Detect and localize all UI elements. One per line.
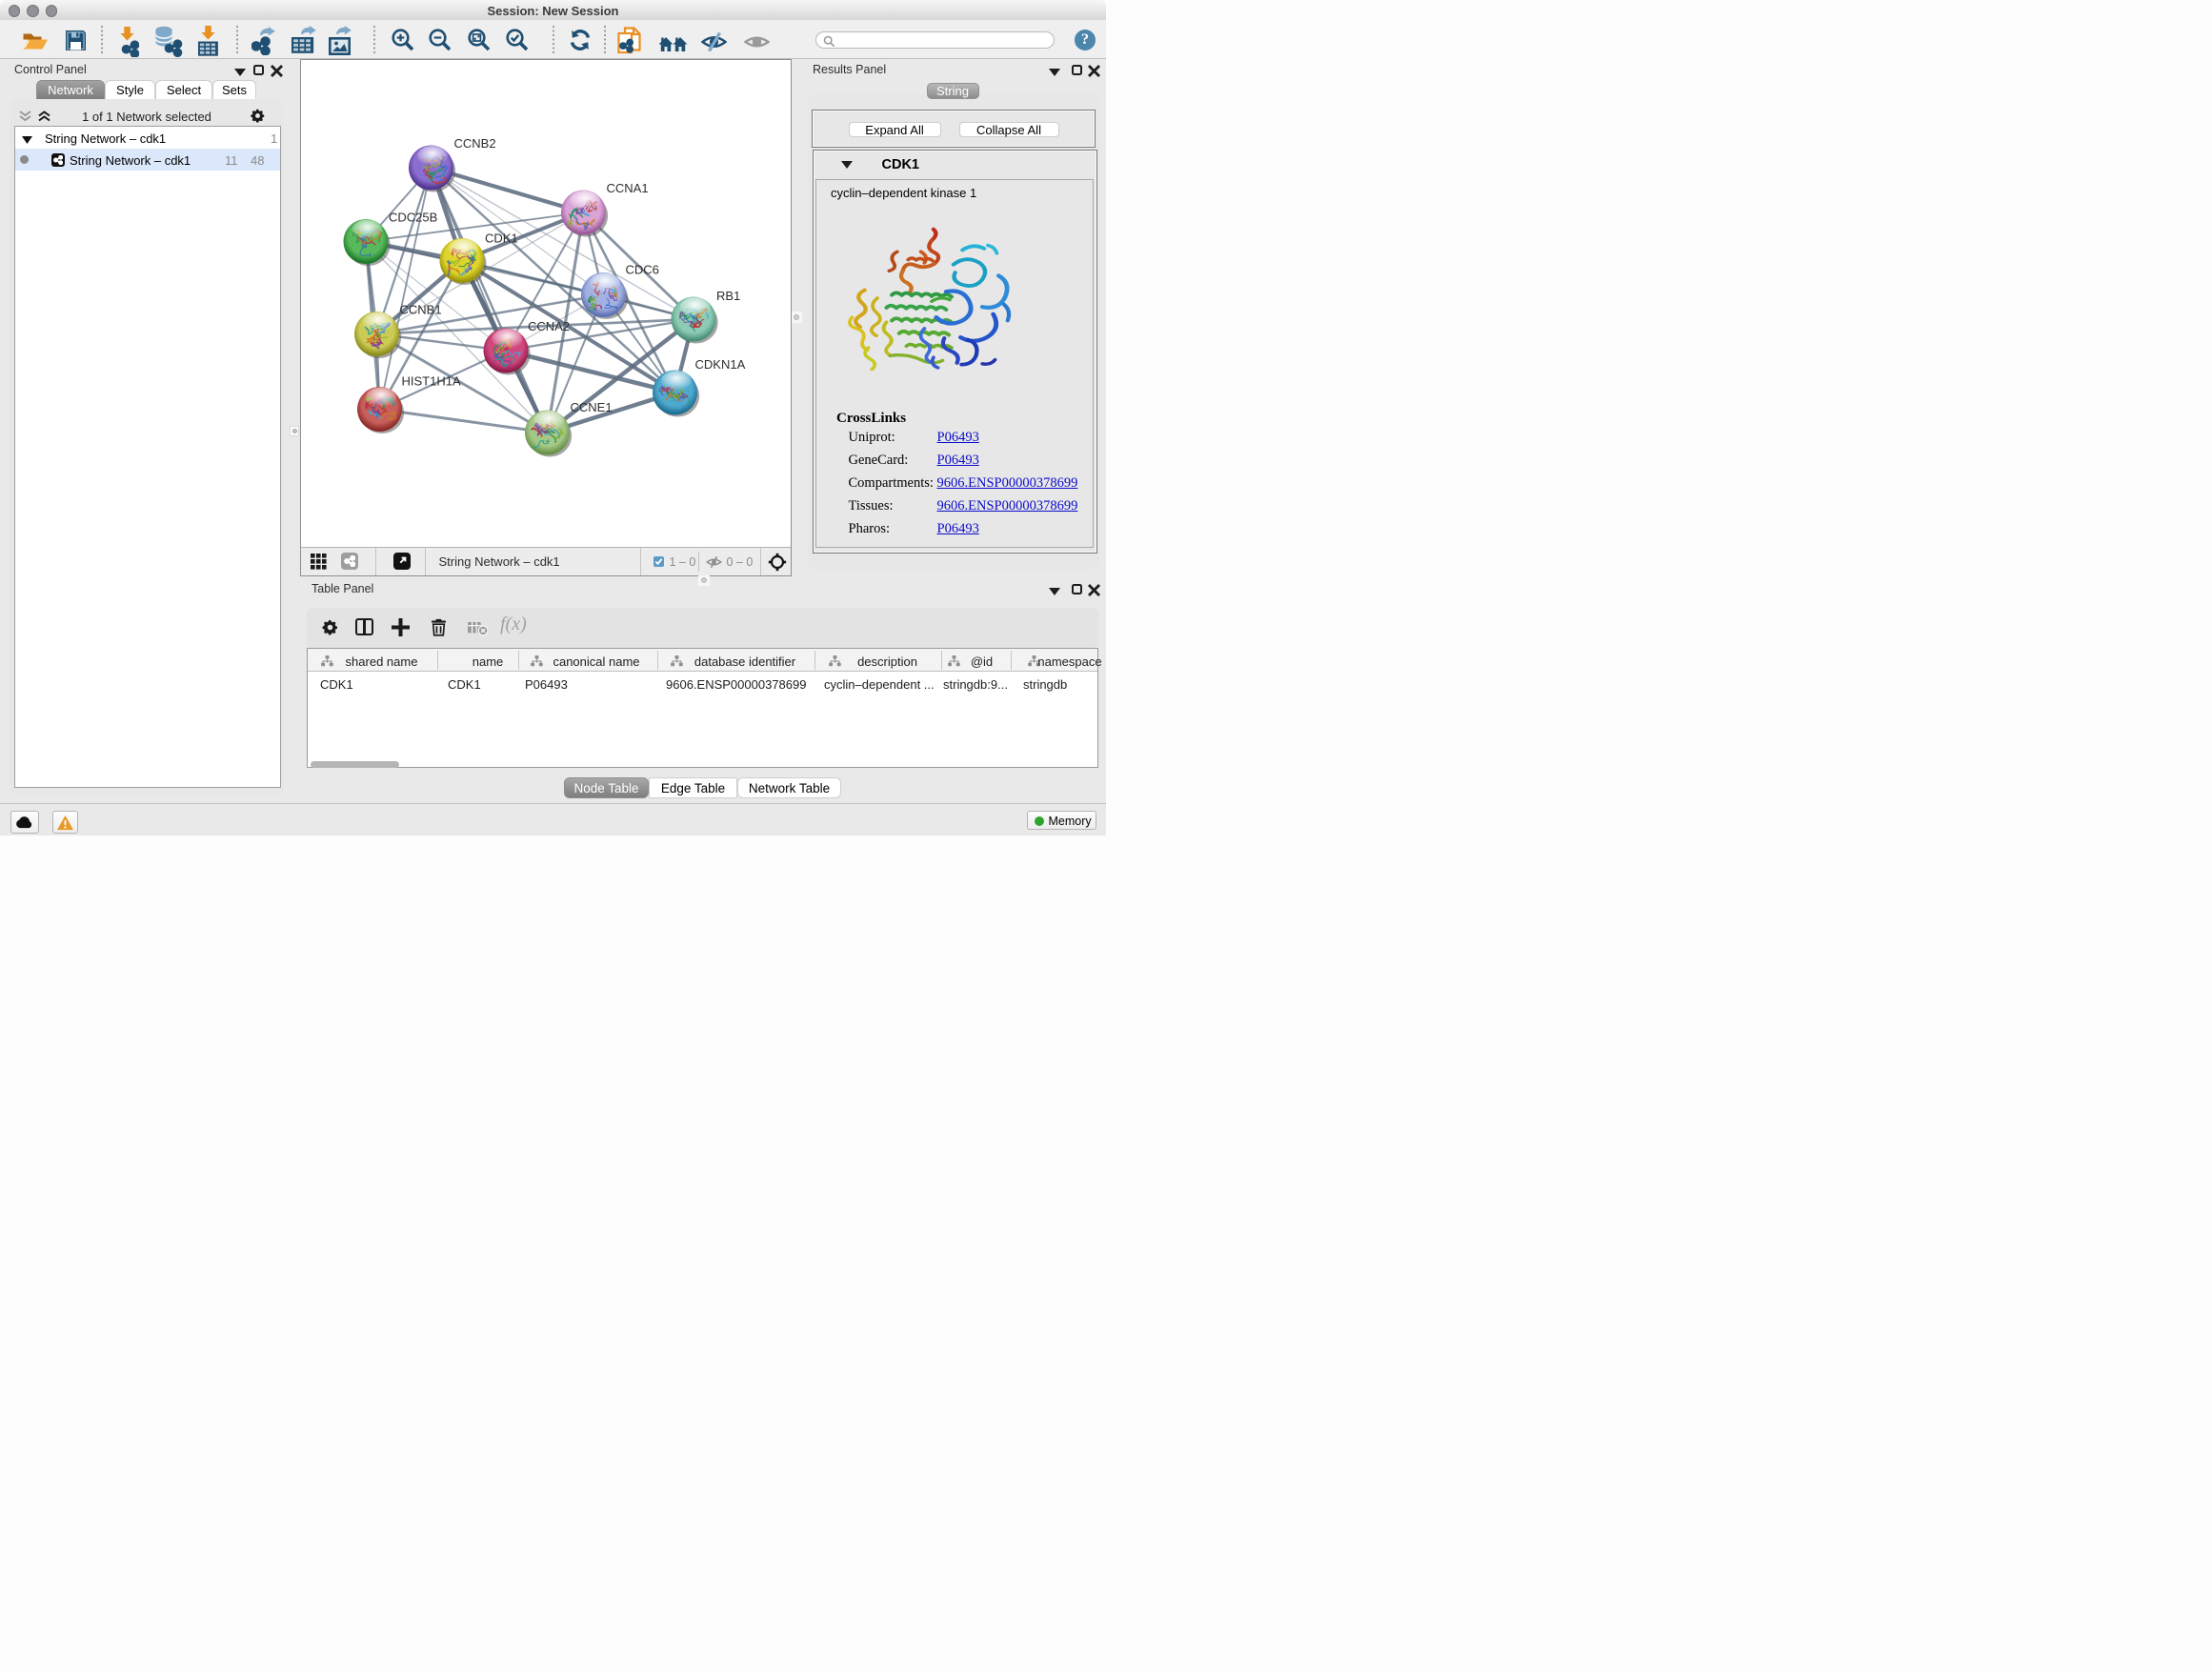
svg-text:CCNB2: CCNB2 bbox=[453, 136, 495, 151]
svg-text:CCNB1: CCNB1 bbox=[399, 302, 441, 316]
svg-text:CDKN1A: CDKN1A bbox=[694, 357, 745, 372]
svg-text:CCNE1: CCNE1 bbox=[570, 400, 612, 414]
svg-text:CCNA1: CCNA1 bbox=[606, 181, 648, 195]
svg-text:CDK1: CDK1 bbox=[485, 231, 518, 245]
svg-text:RB1: RB1 bbox=[716, 289, 740, 303]
svg-text:CDC6: CDC6 bbox=[625, 262, 658, 276]
svg-text:CDC25B: CDC25B bbox=[389, 210, 437, 224]
svg-text:HIST1H1A: HIST1H1A bbox=[401, 373, 460, 388]
svg-text:CCNA2: CCNA2 bbox=[528, 319, 570, 333]
